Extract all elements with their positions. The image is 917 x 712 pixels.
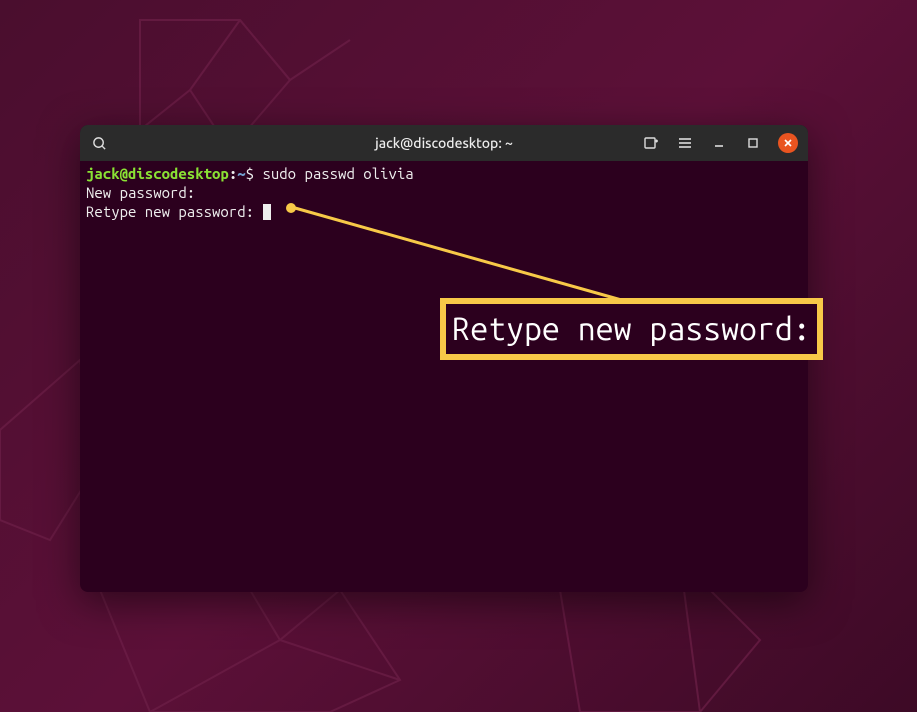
new-tab-icon[interactable] <box>642 134 660 152</box>
terminal-cursor <box>263 204 271 220</box>
annotation-anchor-dot <box>286 203 296 213</box>
retype-prompt-text: Retype new password: <box>86 203 254 220</box>
window-titlebar: jack@discodesktop: ~ <box>80 125 808 161</box>
callout-box: Retype new password: <box>440 298 823 360</box>
minimize-button[interactable] <box>710 134 728 152</box>
command-text: sudo passwd olivia <box>262 165 413 182</box>
prompt-symbol: $ <box>246 165 254 182</box>
terminal-line-2: New password: <box>86 184 802 203</box>
prompt-colon: : <box>229 165 237 182</box>
prompt-path: ~ <box>237 165 245 182</box>
callout-text: Retype new password: <box>452 311 810 347</box>
prompt-user-host: jack@discodesktop <box>86 165 229 182</box>
search-icon[interactable] <box>90 134 108 152</box>
terminal-line-3: Retype new password: <box>86 203 802 222</box>
close-button[interactable] <box>778 133 798 153</box>
maximize-button[interactable] <box>744 134 762 152</box>
hamburger-menu-icon[interactable] <box>676 134 694 152</box>
terminal-body[interactable]: jack@discodesktop:~$ sudo passwd olivia … <box>80 161 808 592</box>
terminal-line-1: jack@discodesktop:~$ sudo passwd olivia <box>86 165 802 184</box>
